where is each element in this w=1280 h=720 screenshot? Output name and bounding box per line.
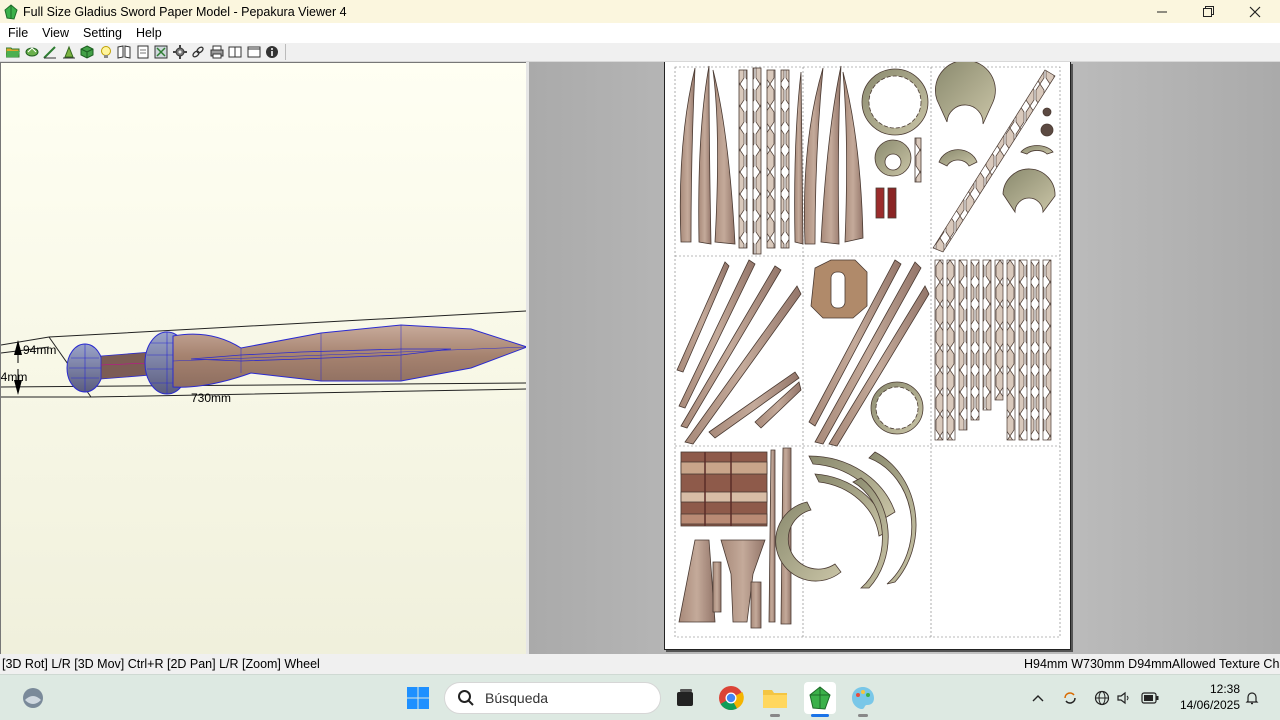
active-indicator [811, 714, 829, 717]
search-icon [458, 690, 474, 706]
notification-icon[interactable] [1243, 689, 1261, 707]
pepakura-icon[interactable] [804, 682, 836, 714]
menu-setting[interactable]: Setting [76, 26, 129, 40]
clock-date: 14/06/2025 [1179, 698, 1240, 712]
paint-icon[interactable] [849, 684, 877, 712]
close-button[interactable] [1232, 0, 1278, 23]
chevron-up-icon[interactable] [1029, 689, 1047, 707]
dimension-depth-label: 94mm [0, 370, 28, 384]
split-view-icon[interactable] [227, 44, 243, 60]
speaker-icon[interactable] [1115, 689, 1133, 707]
light-bulb-icon[interactable] [98, 44, 114, 60]
unfolded-parts [674, 62, 1061, 638]
file-explorer-icon[interactable] [761, 684, 789, 712]
widgets-icon[interactable] [19, 684, 47, 712]
search-placeholder: Búsqueda [485, 690, 549, 706]
taskbar-search-box[interactable]: Búsqueda [444, 682, 661, 714]
flap-icon[interactable] [61, 44, 77, 60]
minimize-button[interactable] [1139, 0, 1185, 23]
link-icon[interactable] [190, 44, 206, 60]
menu-bar: File View Setting Help [0, 23, 1280, 43]
toolbar [0, 43, 1280, 62]
guard-plate [810, 259, 868, 319]
info-icon[interactable] [264, 44, 280, 60]
guard-rings [861, 68, 929, 219]
2d-view-pane[interactable] [529, 62, 1280, 654]
window-title: Full Size Gladius Sword Paper Model - Pe… [23, 4, 347, 19]
grip-texture [680, 451, 768, 527]
system-clock[interactable]: 12:38 14/06/2025 [1170, 681, 1240, 713]
running-indicator [858, 714, 868, 717]
menu-view[interactable]: View [35, 26, 76, 40]
status-help-text: [3D Rot] L/R [3D Mov] Ctrl+R [2D Pan] L/… [2, 657, 320, 671]
bead-strips-vertical [934, 259, 1052, 441]
rotate-icon[interactable] [24, 44, 40, 60]
minimize-icon [1156, 11, 1167, 13]
menu-file[interactable]: File [0, 26, 35, 40]
dimension-height-label: 94mm [23, 343, 57, 357]
settings-icon[interactable] [172, 44, 188, 60]
3d-view-pane[interactable]: 94mm 94mm 730mm [0, 62, 526, 654]
print-icon[interactable] [209, 44, 225, 60]
running-indicator [770, 714, 780, 717]
dimension-width-label: 730mm [191, 391, 232, 405]
grip [100, 351, 152, 380]
pommel-arcs [775, 451, 917, 589]
start-icon[interactable] [404, 684, 432, 712]
toolbar-separator [284, 44, 286, 60]
unfolded-paper-sheet [664, 62, 1071, 650]
blade-strips-2 [803, 65, 864, 245]
blade-strips-1 [679, 65, 804, 255]
blade-strips-3 [676, 259, 802, 445]
restore-button[interactable] [1185, 0, 1231, 23]
sync-icon[interactable] [1061, 689, 1079, 707]
pommel [66, 343, 104, 393]
scale-icon[interactable] [153, 44, 169, 60]
close-icon [1249, 6, 1261, 17]
task-view-icon[interactable] [671, 684, 699, 712]
window-icon[interactable] [246, 44, 262, 60]
page-icon[interactable] [135, 44, 151, 60]
edit-line-icon[interactable] [42, 44, 58, 60]
status-dimensions: H94mm W730mm D94mmAllowed Texture Char [1024, 657, 1280, 671]
pepakura-app-icon [4, 3, 18, 20]
cube-icon[interactable] [79, 44, 95, 60]
unfold-icon[interactable] [116, 44, 132, 60]
open-folder-icon[interactable] [5, 44, 21, 60]
status-bar: [3D Rot] L/R [3D Mov] Ctrl+R [2D Pan] L/… [0, 654, 1280, 674]
3d-model-render [1, 310, 526, 398]
battery-icon[interactable] [1141, 689, 1159, 707]
restore-icon [1202, 6, 1214, 17]
title-bar: Full Size Gladius Sword Paper Model - Pe… [0, 0, 1280, 23]
chrome-icon[interactable] [717, 684, 745, 712]
taskbar: Búsqueda 12:38 14/06/2025 [0, 674, 1280, 720]
globe-icon[interactable] [1093, 689, 1111, 707]
clock-time: 12:38 [1209, 682, 1240, 696]
menu-help[interactable]: Help [129, 26, 169, 40]
